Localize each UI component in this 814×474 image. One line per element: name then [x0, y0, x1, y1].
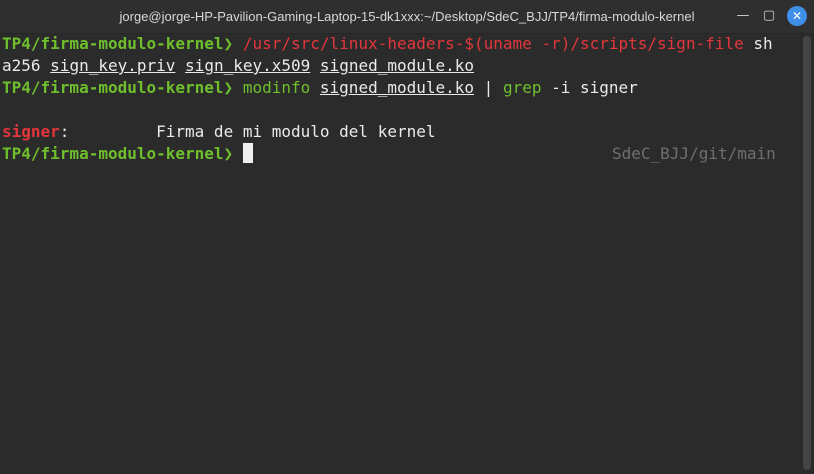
terminal-output[interactable]: TP4/firma-modulo-kernel❯ /usr/src/linux-… — [0, 33, 800, 474]
sign-file-command: /usr/src/linux-headers-$(uname -r)/scrip… — [242, 34, 744, 53]
shell-prompt: TP4/firma-modulo-kernel❯ — [2, 78, 243, 97]
text-cursor — [242, 143, 253, 163]
close-icon[interactable]: ✕ — [787, 6, 807, 26]
certificate-file: sign_key.x509 — [185, 56, 311, 75]
maximize-icon[interactable]: ▢ — [759, 6, 779, 26]
minimize-icon[interactable]: — — [733, 6, 753, 26]
pipe-symbol: | — [474, 78, 503, 97]
git-branch-indicator: SdeC_BJJ/git/main — [612, 144, 776, 163]
module-file: signed_module.ko — [319, 78, 475, 97]
command-line-sign: TP4/firma-modulo-kernel❯ /usr/src/linux-… — [2, 33, 773, 55]
shell-prompt: TP4/firma-modulo-kernel❯ — [2, 144, 243, 163]
title-bar[interactable]: jorge@jorge-HP-Pavilion-Gaming-Laptop-15… — [0, 0, 814, 34]
command-arg: sh — [743, 34, 773, 53]
signer-match: signer — [2, 122, 60, 141]
terminal-window: jorge@jorge-HP-Pavilion-Gaming-Laptop-15… — [0, 0, 814, 474]
current-prompt-line[interactable]: TP4/firma-modulo-kernel❯ — [2, 143, 253, 165]
scrollbar-thumb[interactable] — [803, 36, 811, 470]
hash-arg: a256 — [2, 56, 51, 75]
command-line-modinfo: TP4/firma-modulo-kernel❯ modinfo signed_… — [2, 77, 638, 99]
shell-prompt: TP4/firma-modulo-kernel❯ — [2, 34, 243, 53]
grep-args: -i signer — [541, 78, 638, 97]
window-title: jorge@jorge-HP-Pavilion-Gaming-Laptop-15… — [119, 9, 695, 24]
modinfo-command: modinfo — [242, 78, 311, 97]
command-line-sign-continued: a256 sign_key.priv sign_key.x509 signed_… — [2, 55, 474, 77]
private-key-file: sign_key.priv — [50, 56, 176, 75]
grep-command: grep — [502, 78, 542, 97]
module-file: signed_module.ko — [319, 56, 475, 75]
signer-value: Firma de mi modulo del kernel — [69, 122, 436, 141]
signer-output-line: signer: Firma de mi modulo del kernel — [2, 122, 436, 141]
